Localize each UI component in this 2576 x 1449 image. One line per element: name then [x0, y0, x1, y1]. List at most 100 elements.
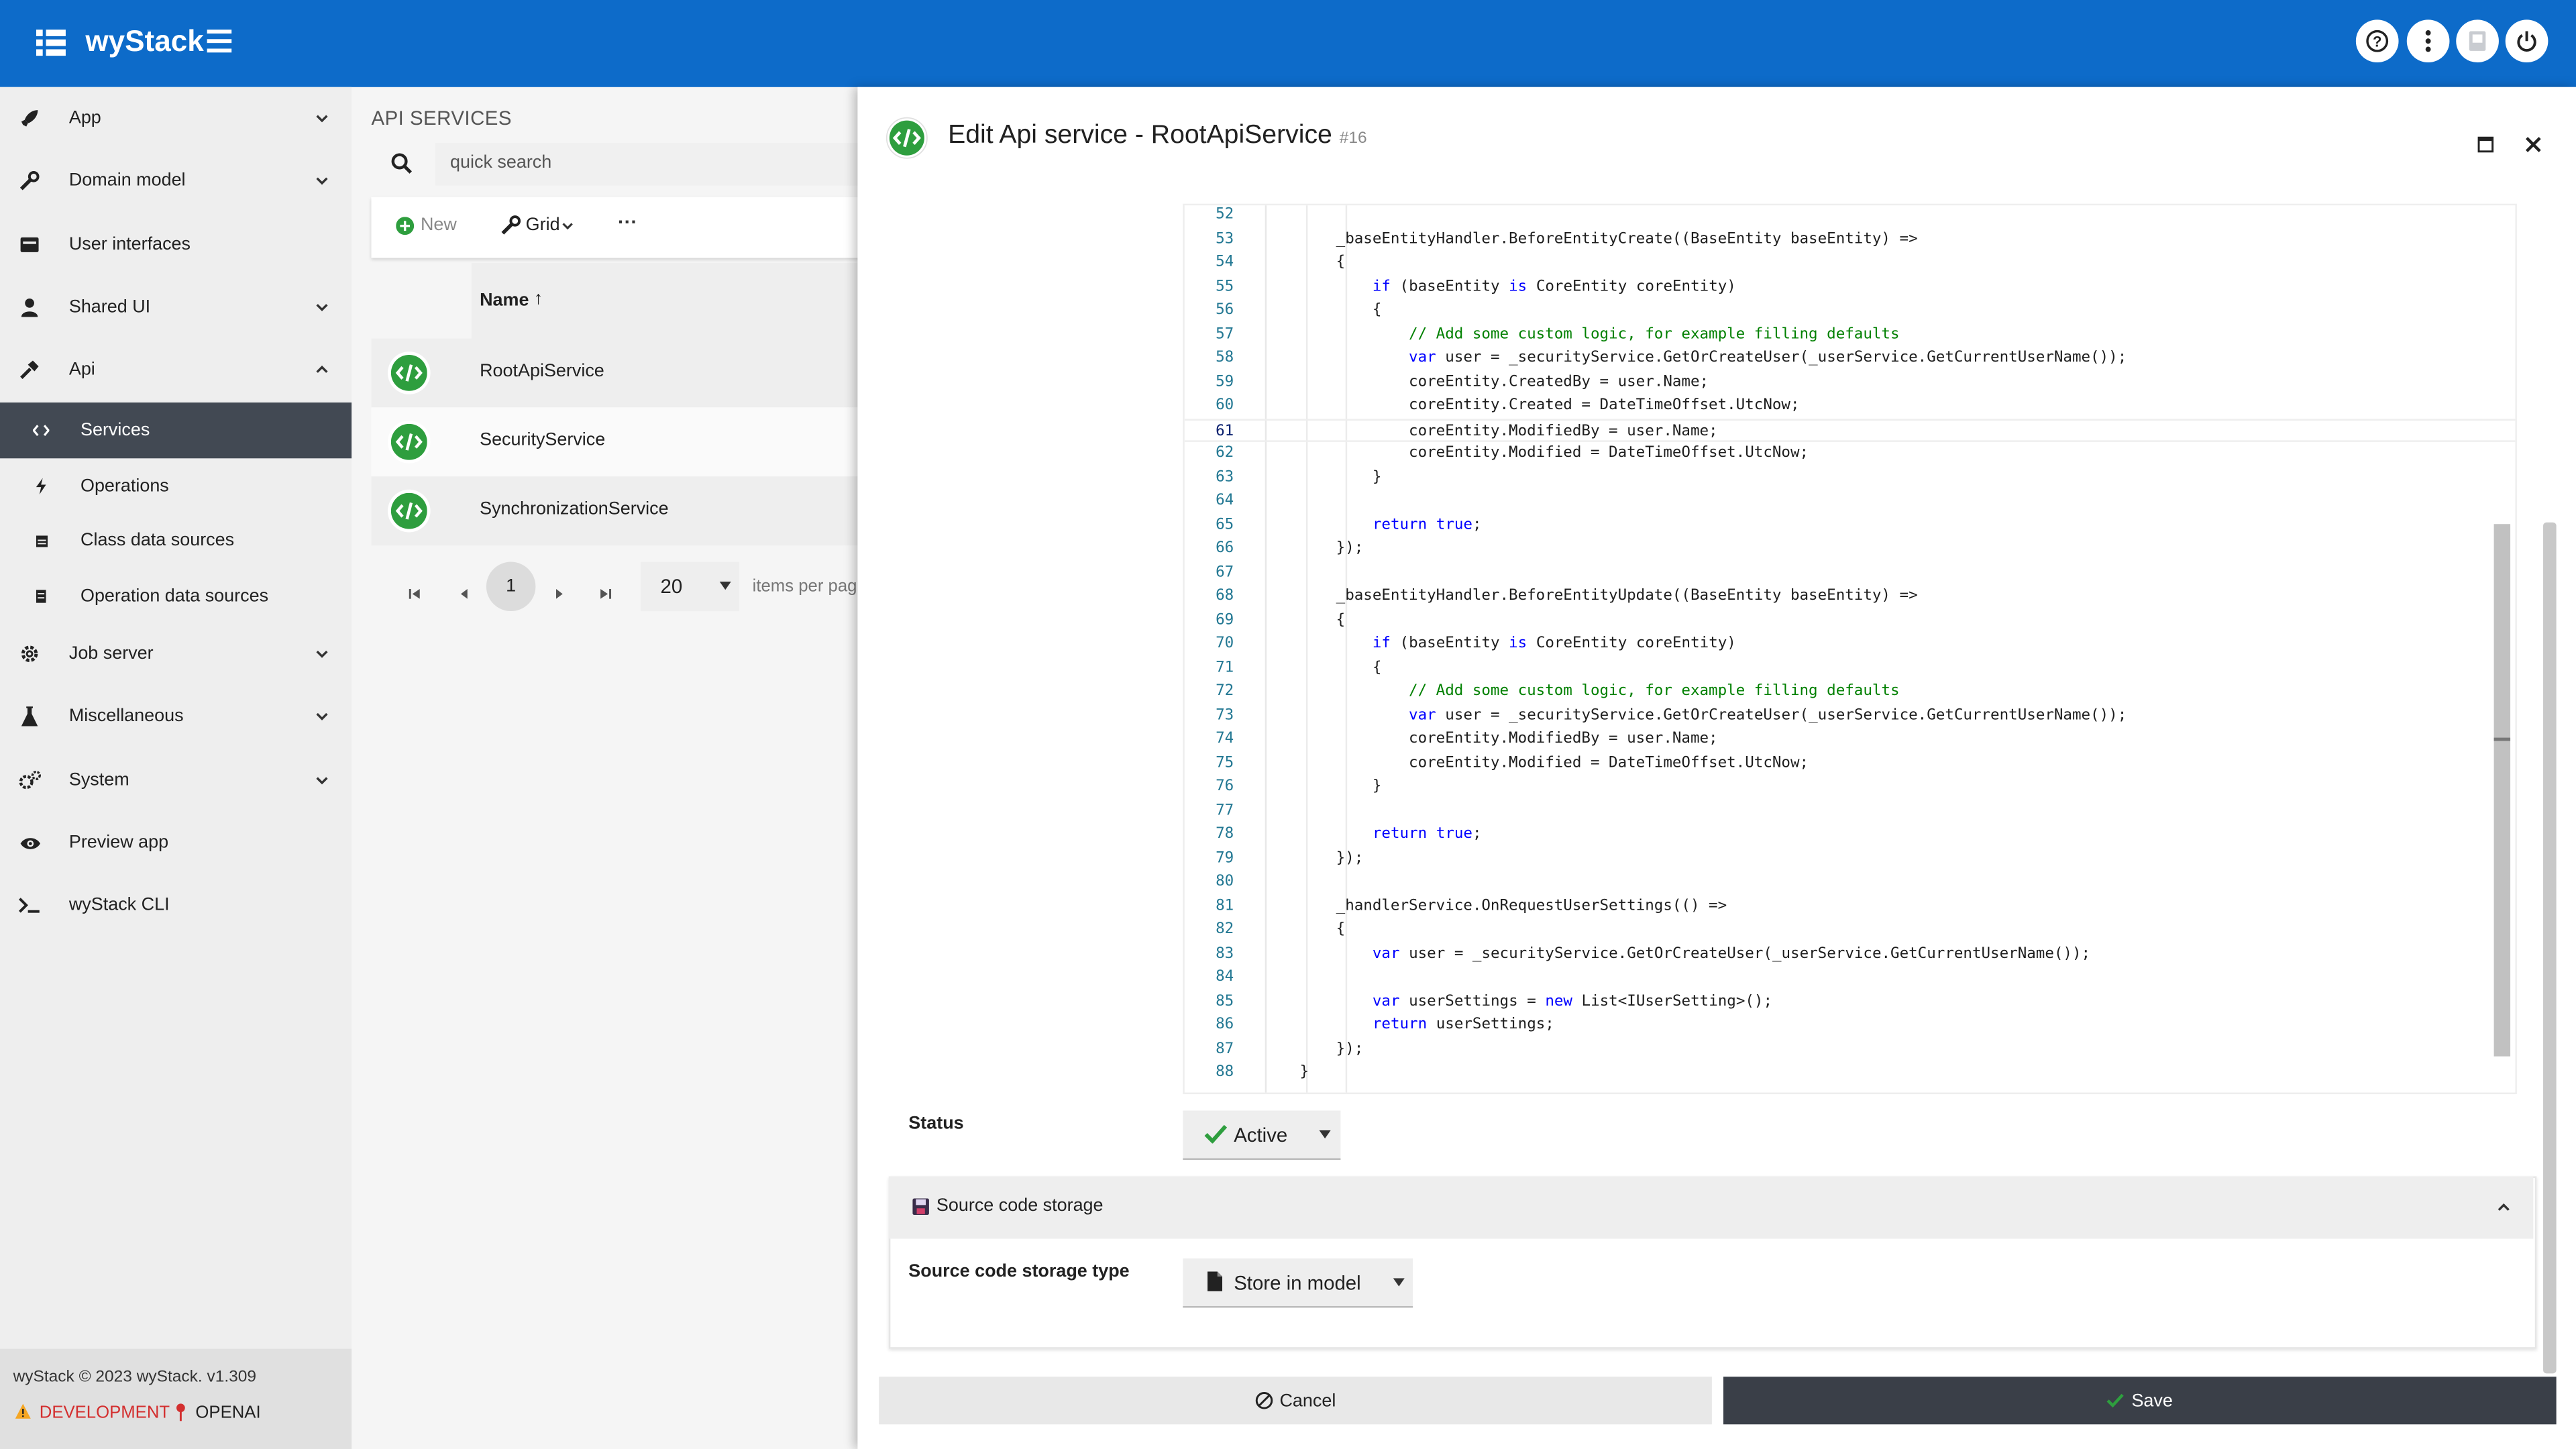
table-row[interactable]: SecurityService — [371, 407, 865, 477]
grid-view-button[interactable]: Grid — [501, 215, 575, 235]
page-number-button[interactable]: 1 — [486, 561, 536, 612]
sidebar: App Domain model User interfaces Shared … — [0, 87, 352, 1449]
page-size-select[interactable]: 20 — [641, 561, 740, 612]
sidebar-item-wystack-cli[interactable]: wyStack CLI — [0, 874, 352, 936]
apps-grid-icon[interactable] — [36, 30, 66, 56]
code-line[interactable]: 88 } — [1185, 1061, 2516, 1085]
chevron-down-icon — [561, 222, 573, 229]
section-header[interactable]: Source code storage — [888, 1176, 2534, 1239]
storage-type-value: Store in model — [1234, 1271, 1361, 1295]
code-line[interactable]: 54 { — [1185, 252, 2516, 276]
more-vert-icon — [2425, 30, 2431, 52]
storage-type-select[interactable]: Store in model — [1183, 1258, 1413, 1308]
code-line[interactable]: 64 — [1185, 490, 2516, 514]
user-avatar-button[interactable] — [2456, 19, 2499, 63]
sidebar-item-miscellaneous[interactable]: Miscellaneous — [0, 685, 352, 747]
line-number: 77 — [1216, 800, 1234, 819]
help-button[interactable]: ? — [2355, 19, 2399, 63]
table-row[interactable]: RootApiService — [371, 338, 865, 408]
next-page-icon[interactable] — [552, 580, 567, 599]
sidebar-item-user-interfaces[interactable]: User interfaces — [0, 213, 352, 276]
code-line[interactable]: 83 var user = _securityService.GetOrCrea… — [1185, 943, 2516, 967]
code-line[interactable]: 76 } — [1185, 775, 2516, 800]
sidebar-item-app[interactable]: App — [0, 87, 352, 150]
column-header-name[interactable]: Name ↑ — [471, 262, 866, 339]
code-line[interactable]: 53 _baseEntityHandler.BeforeEntityCreate… — [1185, 227, 2516, 252]
code-line[interactable]: 62 coreEntity.Modified = DateTimeOffset.… — [1185, 442, 2516, 466]
code-line[interactable]: 55 if (baseEntity is CoreEntity coreEnti… — [1185, 275, 2516, 299]
close-icon[interactable] — [2525, 131, 2541, 152]
cancel-button[interactable]: Cancel — [879, 1377, 1712, 1425]
dialog-scrollbar-thumb[interactable] — [2543, 522, 2557, 1374]
line-number: 69 — [1216, 610, 1234, 629]
code-line[interactable]: 67 — [1185, 561, 2516, 585]
code-text: coreEntity.ModifiedBy = user.Name; — [1263, 729, 1718, 748]
menu-toggle-icon[interactable] — [207, 30, 232, 53]
code-line[interactable]: 69 { — [1185, 608, 2516, 633]
cancel-icon — [1255, 1392, 1273, 1409]
code-line[interactable]: 57 // Add some custom logic, for example… — [1185, 323, 2516, 347]
code-line[interactable]: 70 if (baseEntity is CoreEntity coreEnti… — [1185, 633, 2516, 657]
sidebar-item-api[interactable]: Api — [0, 338, 352, 400]
first-page-icon[interactable] — [407, 580, 422, 599]
sidebar-item-job-server[interactable]: Job server — [0, 623, 352, 685]
maximize-icon[interactable] — [2477, 131, 2494, 153]
code-line[interactable]: 72 // Add some custom logic, for example… — [1185, 680, 2516, 704]
table-row[interactable]: SynchronizationService — [371, 476, 865, 546]
new-button[interactable]: New — [396, 215, 457, 235]
code-line[interactable]: 79 }); — [1185, 847, 2516, 871]
grid-button-label: Grid — [525, 215, 560, 235]
sidebar-item-shared-ui[interactable]: Shared UI — [0, 276, 352, 338]
code-line[interactable]: 82 { — [1185, 918, 2516, 943]
code-text: coreEntity.ModifiedBy = user.Name; — [1263, 421, 1718, 440]
sidebar-subitem-operations[interactable]: Operations — [0, 458, 352, 514]
code-line[interactable]: 58 var user = _securityService.GetOrCrea… — [1185, 347, 2516, 371]
power-button[interactable] — [2505, 19, 2548, 63]
ai-provider-label: OPENAI — [195, 1403, 261, 1423]
code-line[interactable]: 77 — [1185, 799, 2516, 823]
code-line[interactable]: 61 coreEntity.ModifiedBy = user.Name; — [1184, 418, 2516, 442]
code-line[interactable]: 68 _baseEntityHandler.BeforeEntityUpdate… — [1185, 585, 2516, 609]
sidebar-subitem-operation-data-sources[interactable]: Operation data sources — [0, 568, 352, 624]
code-text: }); — [1263, 1038, 1364, 1057]
code-line[interactable]: 66 }); — [1185, 537, 2516, 561]
code-line[interactable]: 86 return userSettings; — [1185, 1014, 2516, 1038]
code-line[interactable]: 85 var userSettings = new List<IUserSett… — [1185, 990, 2516, 1014]
code-line[interactable]: 78 return true; — [1185, 823, 2516, 847]
code-line[interactable]: 80 — [1185, 871, 2516, 895]
code-editor[interactable]: 52 53 _baseEntityHandler.BeforeEntityCrea… — [1183, 203, 2517, 1095]
sidebar-item-domain-model[interactable]: Domain model — [0, 150, 352, 212]
code-line[interactable]: 74 coreEntity.ModifiedBy = user.Name; — [1185, 728, 2516, 752]
line-number: 53 — [1216, 229, 1234, 248]
code-line[interactable]: 56 { — [1185, 299, 2516, 323]
code-line[interactable]: 81 _handlerService.OnRequestUserSettings… — [1185, 894, 2516, 918]
check-icon — [1204, 1124, 1228, 1144]
code-line[interactable]: 59 coreEntity.CreatedBy = user.Name; — [1185, 370, 2516, 394]
sidebar-item-preview-app[interactable]: Preview app — [0, 812, 352, 874]
copyright-text: wyStack © 2023 wyStack. v1.309 — [13, 1368, 257, 1387]
search-input[interactable]: quick search — [435, 143, 928, 186]
save-button[interactable]: Save — [1723, 1377, 2557, 1425]
code-line[interactable]: 65 return true; — [1185, 513, 2516, 537]
code-line[interactable]: 75 coreEntity.Modified = DateTimeOffset.… — [1185, 751, 2516, 775]
code-line[interactable]: 52 — [1185, 205, 2516, 227]
code-line[interactable]: 73 var user = _securityService.GetOrCrea… — [1185, 704, 2516, 728]
last-page-icon[interactable] — [598, 580, 612, 599]
sidebar-item-system[interactable]: System — [0, 749, 352, 812]
code-line[interactable]: 87 }); — [1185, 1038, 2516, 1062]
code-line[interactable]: 60 coreEntity.Created = DateTimeOffset.U… — [1185, 394, 2516, 419]
code-line[interactable]: 63 } — [1185, 466, 2516, 490]
sidebar-subitem-services[interactable]: Services — [0, 402, 352, 459]
code-line[interactable]: 71 { — [1185, 656, 2516, 680]
chevron-down-icon — [316, 650, 328, 658]
code-text: var userSettings = new List<IUserSetting… — [1372, 991, 1773, 1010]
status-select[interactable]: Active — [1183, 1110, 1341, 1160]
code-line[interactable]: 84 — [1185, 966, 2516, 990]
more-horiz-button[interactable]: ··· — [618, 210, 637, 233]
more-vert-button[interactable] — [2406, 19, 2450, 63]
sidebar-subitem-class-data-sources[interactable]: Class data sources — [0, 513, 352, 568]
status-value: Active — [1234, 1124, 1288, 1147]
list-icon — [33, 588, 49, 604]
prev-page-icon[interactable] — [457, 580, 472, 599]
code-text: { — [1263, 610, 1346, 629]
